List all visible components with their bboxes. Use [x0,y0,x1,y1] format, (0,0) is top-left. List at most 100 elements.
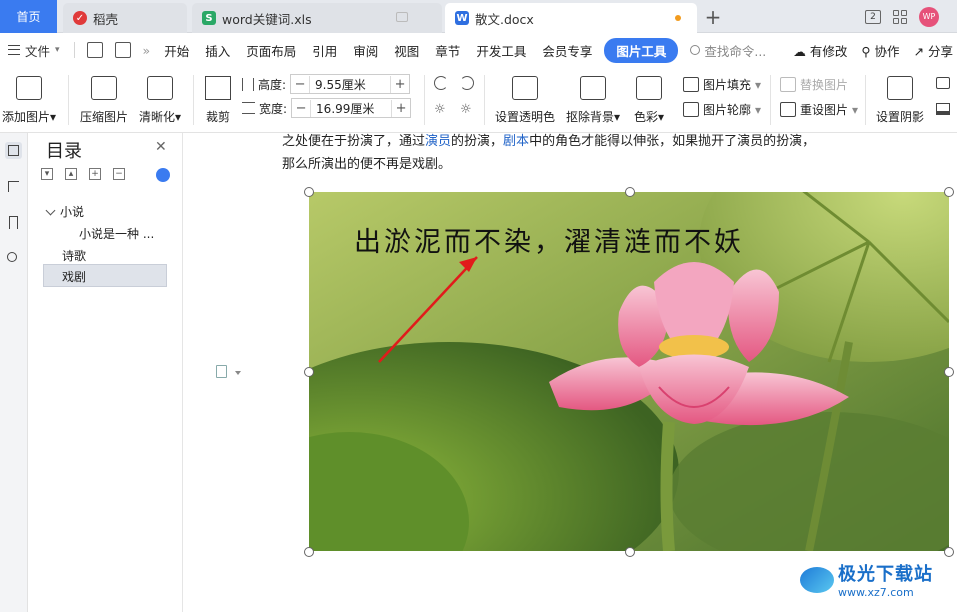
sync-icon[interactable] [156,168,170,182]
tab-label: 散文.docx [475,11,534,27]
picture-outline-button[interactable]: 图片轮廓 ▾ [683,101,761,118]
sharpen-icon [147,76,174,100]
outline-panel-icon[interactable] [5,142,22,159]
menu-layout[interactable]: 页面布局 [238,41,304,60]
reset-image-button[interactable]: 重设图片 ▾ [780,101,858,118]
outline-label: 图片轮廓 [703,103,752,117]
align-bottom-icon[interactable] [936,103,950,115]
color-button[interactable]: 色彩▾ [634,76,664,125]
brightness-down-icon[interactable]: ☼ [460,102,472,117]
expand-up-icon[interactable]: ▴ [65,168,77,180]
add-image-button[interactable]: 添加图片▾ [2,76,56,125]
outline-item-label: 小说 [60,205,85,219]
frame-icon[interactable] [936,77,950,89]
paragraph-line: 之处便在于扮演了，通过演员的扮演，剧本中的角色才能得以伸张，如果抛开了演员的扮演… [282,130,815,149]
menu-start[interactable]: 开始 [156,41,197,60]
collaborate-button[interactable]: ⚲ 协作 [861,41,899,60]
paragraph-handle-icon[interactable] [216,365,227,378]
command-search[interactable]: 查找命令... [690,41,766,60]
resize-handle[interactable] [944,187,954,197]
tab-home[interactable]: 首页 [0,0,57,33]
resize-handle[interactable] [944,547,954,557]
document-page: 之处便在于扮演了，通过演员的扮演，剧本中的角色才能得以伸张，如果抛开了演员的扮演… [184,133,957,612]
color-icon [636,76,663,100]
picture-fill-button[interactable]: 图片填充 ▾ [683,76,761,93]
modified-label: 有修改 [809,43,848,59]
divider [484,75,485,125]
user-icon: ⚲ [861,43,871,59]
width-increment[interactable]: + [392,101,410,116]
height-input[interactable]: − 9.55厘米 + [290,74,411,94]
rotate-right-icon[interactable] [460,76,474,90]
modified-button[interactable]: ☁ 有修改 [793,41,847,60]
sharpen-button[interactable]: 清晰化▾ [139,76,181,125]
new-tab-button[interactable]: + [704,5,722,29]
brightness-up-icon[interactable]: ☼ [434,102,446,117]
sharpen-label: 清晰化 [139,110,176,124]
search-icon [690,45,701,55]
window-switch-icon[interactable]: 2 [865,9,881,24]
menu-insert[interactable]: 插入 [197,41,238,60]
divider [73,42,75,58]
crop-button[interactable]: 裁剪 [205,76,231,125]
resize-handle[interactable] [304,367,314,377]
outline-item[interactable]: 小说是一种 ... [79,225,154,242]
tab-xls[interactable]: S word关键词.xls [192,3,442,33]
height-increment[interactable]: + [391,77,409,92]
hyperlink[interactable]: 演员 [425,134,451,149]
bookmark-icon[interactable] [5,214,22,231]
lotus-image[interactable]: 出淤泥而不染，濯清涟而不妖 [309,192,949,551]
resize-handle[interactable] [304,547,314,557]
menu-picture-tools[interactable]: 图片工具 [604,37,679,63]
height-value[interactable]: 9.55厘米 [309,75,392,93]
add-item-icon[interactable]: + [89,168,101,180]
resize-handle[interactable] [304,187,314,197]
close-icon[interactable]: ✕ [155,139,167,155]
outline-item[interactable]: 诗歌 [62,247,86,264]
avatar[interactable]: WP [919,6,939,27]
save-icon[interactable] [86,42,103,58]
width-input[interactable]: − 16.99厘米 + [291,98,412,118]
width-value[interactable]: 16.99厘米 [310,99,393,117]
chevron-down-icon [45,205,56,216]
tab-daoke[interactable]: ✓ 稻壳 [63,3,187,33]
resize-handle[interactable] [944,367,954,377]
hyperlink[interactable]: 剧本 [503,134,529,149]
set-shadow-button[interactable]: 设置阴影 [876,76,924,125]
search-icon[interactable] [5,250,22,267]
remove-item-icon[interactable]: − [113,168,125,180]
tree-icon[interactable] [5,178,22,195]
share-button[interactable]: ↗ 分享 [914,41,953,60]
replace-image-button[interactable]: 替换图片 [780,76,848,93]
tab-docx[interactable]: W 散文.docx [445,3,697,33]
watermark-url: www.xz7.com [838,586,914,599]
chevron-down-icon[interactable] [235,371,241,375]
export-icon[interactable] [114,42,131,58]
menu-view[interactable]: 视图 [386,41,427,60]
resize-handle[interactable] [625,547,635,557]
set-transparent-button[interactable]: 设置透明色 [495,76,555,125]
remove-background-button[interactable]: 抠除背景▾ [566,76,620,125]
outline-item[interactable]: 戏剧 [62,268,86,285]
menu-file[interactable]: 文件 ▾ [0,41,68,60]
replace-label: 替换图片 [800,78,849,92]
width-decrement[interactable]: − [292,101,310,116]
remove-bg-icon [580,76,607,100]
document-area: 之处便在于扮演了，通过演员的扮演，剧本中的角色才能得以伸张，如果抛开了演员的扮演… [184,133,957,612]
menu-developer[interactable]: 开发工具 [468,41,534,60]
collapse-all-icon[interactable]: ▾ [41,168,53,180]
menu-chapter[interactable]: 章节 [427,41,468,60]
more-icon[interactable]: » [143,43,151,58]
apps-grid-icon[interactable] [893,9,907,24]
compress-image-button[interactable]: 压缩图片 [80,76,128,125]
fill-icon [683,77,699,92]
width-control: 宽度: − 16.99厘米 + [242,98,412,118]
resize-handle[interactable] [625,187,635,197]
menu-member[interactable]: 会员专享 [534,41,600,60]
menu-review[interactable]: 审阅 [345,41,386,60]
menu-reference[interactable]: 引用 [304,41,345,60]
rotate-left-icon[interactable] [434,76,448,90]
outline-item[interactable]: 小说 [45,203,85,220]
height-decrement[interactable]: − [291,77,309,92]
outline-icon [683,102,699,117]
